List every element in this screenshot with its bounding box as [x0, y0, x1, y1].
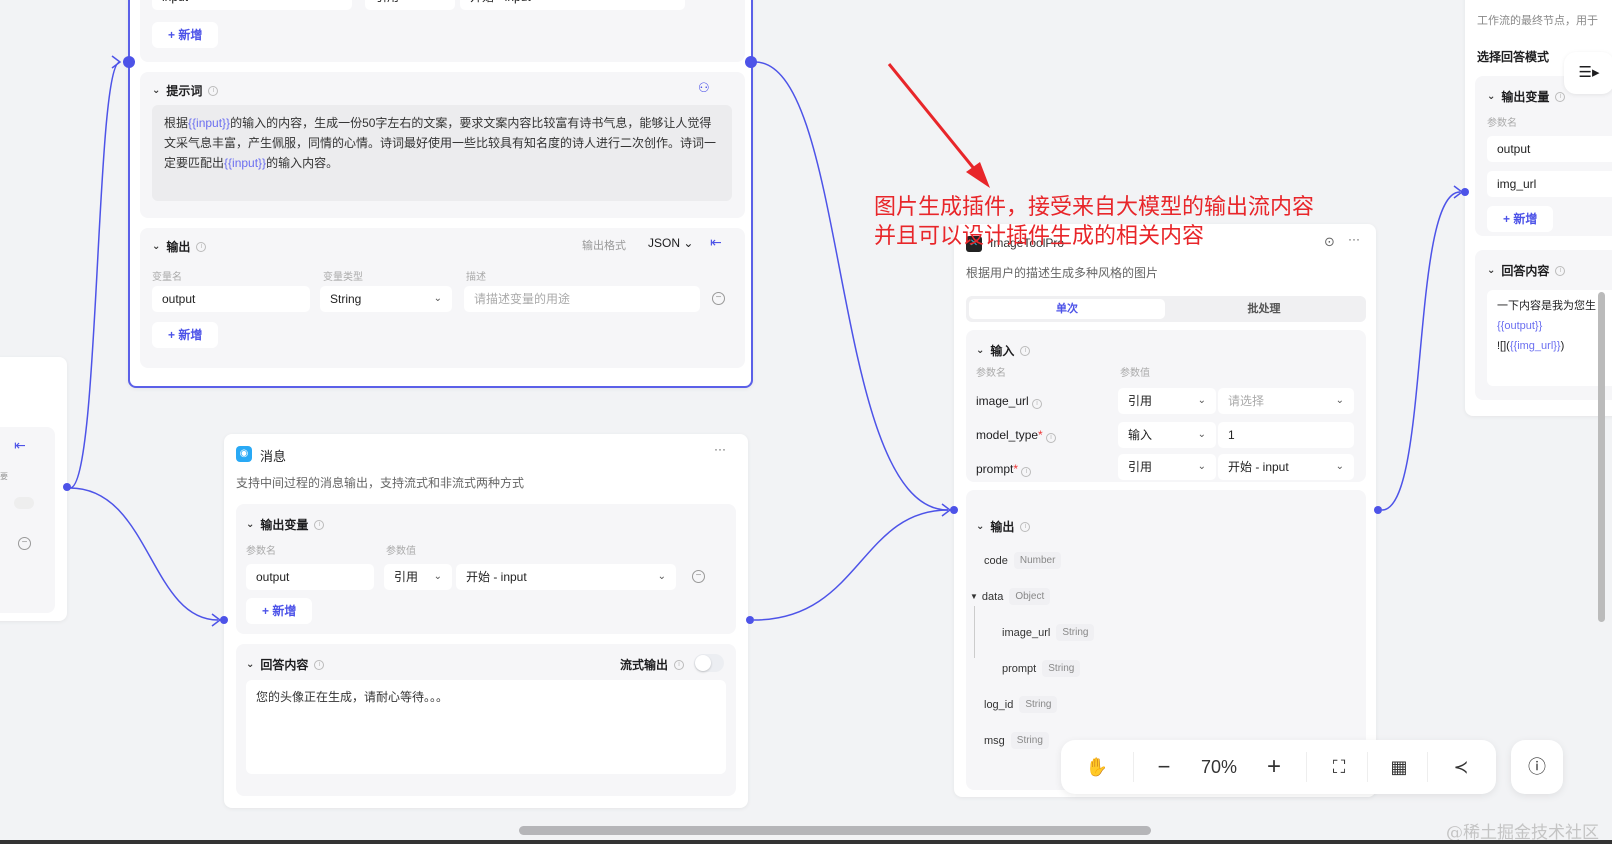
zoom-level[interactable]: 70% [1189, 740, 1249, 794]
output-field: code Number [984, 552, 1062, 569]
param-type-select[interactable]: 输入 ⌄ [1118, 422, 1216, 448]
format-select[interactable]: JSON ⌄ [648, 236, 693, 250]
zoom-out-button[interactable]: − [1139, 740, 1189, 794]
param-value-select[interactable]: 开始 - input ⌄ [1218, 454, 1354, 480]
edge-start-to-llm [69, 61, 121, 489]
node-description: 工作流的最终节点，用于 [1477, 15, 1598, 27]
edge-start-to-message [69, 487, 219, 621]
output-title: 输出 [990, 520, 1015, 534]
add-var-button[interactable]: + 新增 [246, 598, 313, 624]
param-type-select[interactable]: 引用 ⌄ [1118, 388, 1216, 414]
answer-title: 回答内容 [260, 658, 309, 672]
llm-node[interactable]: input 引用 开始 - input + 新增 ⌄提示词i ⚇ 根据{{inp… [128, 0, 753, 388]
line-style-icon[interactable]: ≺ [1431, 740, 1491, 794]
input-title: 输入 [990, 344, 1015, 358]
annotation-arrow [887, 63, 990, 188]
import-icon[interactable]: ⇤ [14, 437, 26, 454]
zoom-in-button[interactable]: + [1249, 740, 1299, 794]
plugin-input-port[interactable] [950, 506, 958, 514]
add-var-button[interactable]: + 新增 [1487, 206, 1554, 232]
add-input-button[interactable]: + 新增 [152, 22, 219, 48]
hand-icon[interactable]: ✋ [1061, 740, 1133, 794]
remove-var-icon[interactable]: − [692, 570, 705, 583]
remove-icon[interactable]: − [18, 537, 31, 550]
node-title: 消息 [260, 449, 287, 464]
var-name-field[interactable]: output [1487, 136, 1612, 162]
output-type-select[interactable]: String ⌄ [320, 286, 452, 312]
label-fragment: 要 [0, 472, 8, 481]
end-input-port[interactable] [1461, 188, 1469, 196]
output-field: image_url String [1002, 624, 1095, 641]
param-value-input[interactable]: 1 [1218, 422, 1354, 448]
mode-label: 选择回答模式 [1477, 50, 1550, 64]
message-icon: ◉ [236, 446, 252, 462]
node-description: 根据用户的描述生成多种风格的图片 [966, 266, 1159, 280]
horizontal-scrollbar[interactable] [519, 826, 1151, 835]
grid-layout-icon[interactable]: ▦ [1371, 740, 1427, 794]
answer-textarea[interactable]: 您的头像正在生成，请耐心等待。。。 [246, 680, 726, 774]
variable-user-icon[interactable]: ⚇ [698, 80, 710, 96]
llm-output-port[interactable] [745, 56, 757, 68]
var-name-field[interactable]: output [246, 564, 374, 590]
var-name-field[interactable]: img_url [1487, 171, 1612, 197]
plugin-node[interactable]: ✕ ImageToolPro ⊙ ··· 根据用户的描述生成多种风格的图片 单次… [954, 224, 1376, 797]
message-node[interactable]: ◉ 消息 ··· 支持中间过程的消息输出，支持流式和非流式两种方式 ⌄ 输出变量 i… [224, 434, 748, 808]
remove-output-icon[interactable]: − [712, 292, 725, 305]
output-field: log_id String [984, 696, 1058, 713]
output-field: prompt String [1002, 660, 1081, 677]
stream-toggle[interactable] [694, 654, 724, 672]
llm-input-port[interactable] [123, 56, 135, 68]
vars-title: 输出变量 [1501, 90, 1550, 104]
input-name-field[interactable]: input [152, 0, 352, 10]
import-icon[interactable]: ⇤ [710, 234, 722, 251]
output-desc-field[interactable]: 请描述变量的用途 [464, 286, 700, 312]
panel-toggle-icon[interactable]: ☰▸ [1564, 52, 1612, 94]
annotation-text: 图片生成插件，接受来自大模型的输出流内容 并且可以设计插件生成的相关内容 [874, 194, 1315, 248]
canvas-toolbar: ✋ − 70% + ⛶ ▦ ≺ [1061, 740, 1496, 794]
var-value-select[interactable]: 开始 - input ⌄ [456, 564, 676, 590]
edge-plugin-to-end [1381, 191, 1461, 511]
answer-title: 回答内容 [1501, 264, 1550, 278]
vars-title: 输出变量 [260, 518, 309, 532]
edge-message-to-plugin [753, 509, 949, 621]
help-icon: ⓘ [1528, 757, 1546, 777]
var-type-select[interactable]: 引用 ⌄ [384, 564, 452, 590]
add-output-button[interactable]: + 新增 [152, 322, 219, 348]
message-output-port[interactable] [746, 616, 754, 624]
tab-batch[interactable]: 批处理 [1166, 299, 1362, 319]
output-field: msg String [984, 732, 1049, 749]
start-output-port[interactable] [63, 483, 71, 491]
format-label: 输出格式 [582, 240, 626, 252]
run-icon[interactable]: ⊙ [1324, 234, 1335, 250]
more-icon[interactable]: ··· [1348, 232, 1360, 246]
more-icon[interactable]: ··· [714, 442, 726, 456]
output-title: 输出 [166, 240, 191, 254]
tab-single[interactable]: 单次 [969, 299, 1165, 319]
input-type-select[interactable]: 引用 [365, 0, 455, 10]
prompt-title: 提示词 [166, 84, 203, 98]
output-name-field[interactable]: output [152, 286, 310, 312]
output-field: ▼ data Object [970, 588, 1051, 605]
start-node[interactable]: ⇤ 要 − [0, 357, 67, 621]
node-description: 支持中间过程的消息输出，支持流式和非流式两种方式 [236, 476, 525, 490]
edge-llm-to-plugin [754, 61, 949, 511]
param-type-select[interactable]: 引用 ⌄ [1118, 454, 1216, 480]
mode-tabs: 单次 批处理 [966, 296, 1366, 322]
fit-view-icon[interactable]: ⛶ [1311, 740, 1367, 794]
message-input-port[interactable] [220, 616, 228, 624]
help-button[interactable]: ⓘ [1511, 740, 1563, 794]
vertical-scrollbar[interactable] [1598, 292, 1605, 622]
window-bottom-border [0, 840, 1612, 844]
prompt-textarea[interactable]: 根据{{input}}的输入的内容，生成一份50字左右的文案，要求文案内容比较富… [152, 105, 732, 201]
plugin-output-port[interactable] [1374, 506, 1382, 514]
answer-textarea[interactable]: 一下内容是我为您生 {{output}} ![]({{img_url}}) [1487, 290, 1612, 386]
input-value-select[interactable]: 开始 - input [460, 0, 685, 10]
param-value-select[interactable]: 请选择 ⌄ [1218, 388, 1354, 414]
toggle[interactable] [14, 497, 34, 509]
stream-label: 流式输出 [620, 658, 669, 672]
